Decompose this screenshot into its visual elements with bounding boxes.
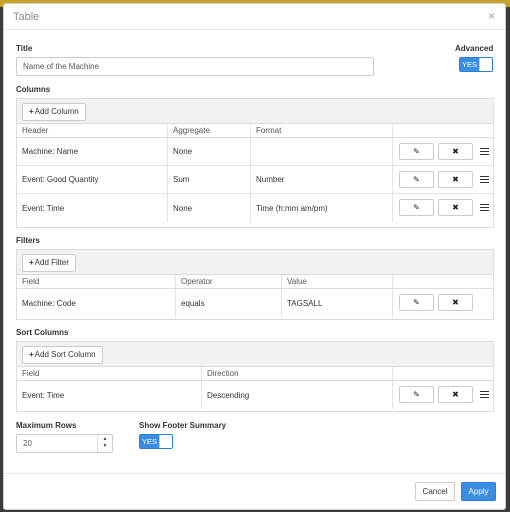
advanced-toggle-state: YES xyxy=(460,58,479,71)
filter-field-cell: Machine: Code xyxy=(17,289,176,317)
add-sort-column-button[interactable]: +Add Sort Column xyxy=(22,346,103,364)
col-header-header: Header xyxy=(17,124,168,137)
filters-label: Filters xyxy=(16,236,41,245)
filter-header-field: Field xyxy=(17,275,176,288)
toggle-knob xyxy=(159,435,172,448)
maximum-rows-label: Maximum Rows xyxy=(16,421,77,430)
show-footer-summary-toggle[interactable]: YES xyxy=(139,434,173,449)
footer-summary-toggle-state: YES xyxy=(140,435,159,448)
toggle-knob xyxy=(479,58,492,71)
modal-title: Table xyxy=(13,11,40,23)
modal-footer: Cancel Apply xyxy=(4,473,505,509)
advanced-toggle[interactable]: YES xyxy=(459,57,493,72)
number-spinner[interactable]: ▲ ▼ xyxy=(97,435,112,452)
plus-icon: + xyxy=(29,350,34,359)
add-column-button[interactable]: +Add Column xyxy=(22,103,86,121)
plus-icon: + xyxy=(29,258,34,267)
sort-toolbar: +Add Sort Column xyxy=(17,342,493,367)
col-header-format: Format xyxy=(251,124,393,137)
x-icon: ✖ xyxy=(452,203,459,212)
edit-button[interactable]: ✎ xyxy=(399,199,434,216)
edit-button[interactable]: ✎ xyxy=(399,171,434,188)
title-input[interactable]: Name of the Machine xyxy=(16,57,374,76)
x-icon: ✖ xyxy=(452,390,459,399)
edit-button[interactable]: ✎ xyxy=(399,143,434,160)
spin-down-icon[interactable]: ▼ xyxy=(98,443,112,450)
table-row: Event: Time None Time (h:mm am/pm) ✎ ✖ xyxy=(17,194,493,222)
table-row: Machine: Name None ✎ ✖ xyxy=(17,138,493,166)
add-sort-column-label: Add Sort Column xyxy=(34,350,96,359)
title-label: Title xyxy=(16,44,33,53)
drag-handle-icon[interactable] xyxy=(480,204,489,212)
drag-handle-icon[interactable] xyxy=(480,148,489,156)
column-aggregate-cell: None xyxy=(168,194,251,222)
pencil-icon: ✎ xyxy=(413,390,420,399)
columns-toolbar: +Add Column xyxy=(17,99,493,124)
advanced-label: Advanced xyxy=(455,44,494,53)
apply-button[interactable]: Apply xyxy=(461,482,496,501)
column-header-cell: Event: Time xyxy=(17,194,168,222)
filter-header-value: Value xyxy=(282,275,393,288)
drag-handle-icon[interactable] xyxy=(480,391,489,399)
pencil-icon: ✎ xyxy=(413,203,420,212)
columns-panel: +Add Column Header Aggregate Format Mach… xyxy=(16,98,494,228)
x-icon: ✖ xyxy=(452,175,459,184)
x-icon: ✖ xyxy=(452,298,459,307)
delete-button[interactable]: ✖ xyxy=(438,386,473,403)
column-aggregate-cell: None xyxy=(168,138,251,165)
table-row: Machine: Code equals TAGSALL ✎ ✖ xyxy=(17,289,493,317)
sort-columns-label: Sort Columns xyxy=(16,328,69,337)
filters-panel: +Add Filter Field Operator Value Machine… xyxy=(16,249,494,320)
add-filter-button[interactable]: +Add Filter xyxy=(22,254,76,272)
column-header-cell: Machine: Name xyxy=(17,138,168,165)
sort-direction-cell: Descending xyxy=(202,381,393,409)
pencil-icon: ✎ xyxy=(413,147,420,156)
columns-label: Columns xyxy=(16,85,51,94)
cancel-button[interactable]: Cancel xyxy=(415,482,455,501)
sort-field-cell: Event: Time xyxy=(17,381,202,409)
delete-button[interactable]: ✖ xyxy=(438,143,473,160)
table-settings-modal: Table × Title Name of the Machine Advanc… xyxy=(3,3,506,510)
drag-handle-icon[interactable] xyxy=(480,176,489,184)
columns-header-row: Header Aggregate Format xyxy=(17,124,493,138)
delete-button[interactable]: ✖ xyxy=(438,294,473,311)
column-format-cell: Time (h:mm am/pm) xyxy=(251,194,393,222)
show-footer-summary-label: Show Footer Summary xyxy=(139,421,227,430)
spin-up-icon[interactable]: ▲ xyxy=(98,436,112,443)
filters-toolbar: +Add Filter xyxy=(17,250,493,275)
close-icon[interactable]: × xyxy=(488,9,495,23)
maximum-rows-value: 20 xyxy=(23,439,32,448)
pencil-icon: ✎ xyxy=(413,298,420,307)
maximum-rows-input[interactable]: 20 ▲ ▼ xyxy=(16,434,113,453)
modal-header: Table × xyxy=(4,4,505,30)
sort-header-direction: Direction xyxy=(202,367,393,380)
edit-button[interactable]: ✎ xyxy=(399,294,434,311)
x-icon: ✖ xyxy=(452,147,459,156)
edit-button[interactable]: ✎ xyxy=(399,386,434,403)
filters-header-row: Field Operator Value xyxy=(17,275,493,289)
col-header-aggregate: Aggregate xyxy=(168,124,251,137)
plus-icon: + xyxy=(29,107,34,116)
pencil-icon: ✎ xyxy=(413,175,420,184)
filter-value-cell: TAGSALL xyxy=(282,289,393,317)
filter-header-operator: Operator xyxy=(176,275,282,288)
delete-button[interactable]: ✖ xyxy=(438,171,473,188)
table-row: Event: Time Descending ✎ ✖ xyxy=(17,381,493,409)
column-header-cell: Event: Good Quantity xyxy=(17,166,168,193)
sort-header-row: Field Direction xyxy=(17,367,493,381)
column-format-cell xyxy=(251,138,393,165)
add-column-label: Add Column xyxy=(34,107,79,116)
filter-operator-cell: equals xyxy=(176,289,282,317)
delete-button[interactable]: ✖ xyxy=(438,199,473,216)
table-row: Event: Good Quantity Sum Number ✎ ✖ xyxy=(17,166,493,194)
column-format-cell: Number xyxy=(251,166,393,193)
sort-panel: +Add Sort Column Field Direction Event: … xyxy=(16,341,494,412)
column-aggregate-cell: Sum xyxy=(168,166,251,193)
sort-header-field: Field xyxy=(17,367,202,380)
add-filter-label: Add Filter xyxy=(34,258,69,267)
